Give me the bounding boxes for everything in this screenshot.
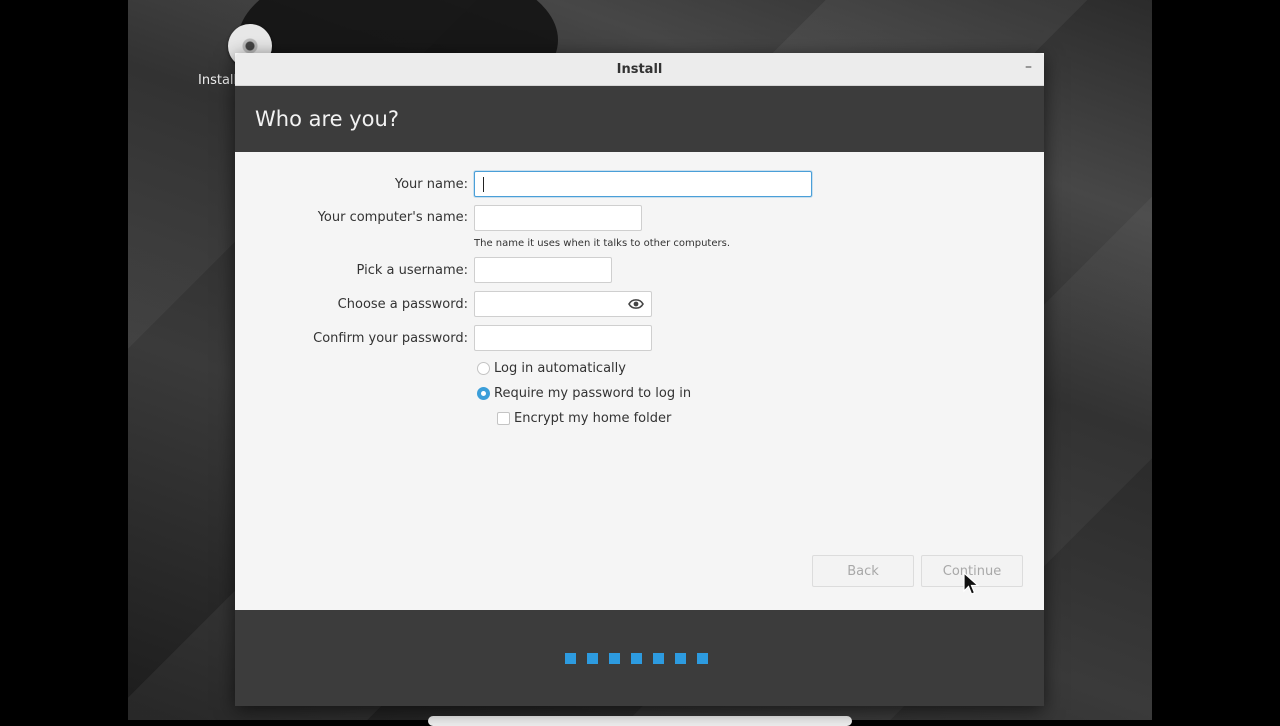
form-area: Your name: Your computer's name: The nam… [235,152,1044,610]
auto-login-label[interactable]: Log in automatically [494,361,626,376]
computer-name-field[interactable] [474,205,642,231]
progress-step [653,653,664,664]
password-field[interactable] [474,291,652,317]
confirm-password-input[interactable] [475,326,651,350]
progress-step [697,653,708,664]
text-caret [483,177,484,192]
installer-window: Install – Who are you? Your name: Your c… [235,53,1044,706]
auto-login-option[interactable]: Log in automatically [477,361,626,376]
mouse-pointer-icon [963,572,980,595]
your-name-input[interactable] [475,172,811,196]
encrypt-home-option[interactable]: Encrypt my home folder [497,411,671,426]
password-input[interactable] [475,292,651,316]
page-title: Who are you? [255,107,399,131]
desktop-icon-label[interactable]: Install [198,73,237,88]
page-header: Who are you? [235,86,1044,152]
computer-name-label: Your computer's name: [317,210,468,225]
computer-name-hint: The name it uses when it talks to other … [474,238,731,249]
eye-icon[interactable] [628,297,644,311]
panel-edge [428,716,852,726]
progress-footer [235,610,1044,706]
progress-step [587,653,598,664]
require-password-radio[interactable] [477,387,490,400]
your-name-label: Your name: [394,177,468,192]
confirm-password-field[interactable] [474,325,652,351]
auto-login-radio[interactable] [477,362,490,375]
username-field[interactable] [474,257,612,283]
your-name-field[interactable] [474,171,812,197]
back-button[interactable]: Back [812,555,914,587]
require-password-option[interactable]: Require my password to log in [477,386,691,401]
password-label: Choose a password: [337,297,468,312]
encrypt-home-label[interactable]: Encrypt my home folder [514,411,671,426]
encrypt-home-checkbox[interactable] [497,412,510,425]
computer-name-input[interactable] [475,206,641,230]
confirm-password-label: Confirm your password: [313,331,468,346]
window-title: Install [616,61,663,77]
progress-step [609,653,620,664]
progress-step [675,653,686,664]
progress-step [565,653,576,664]
username-label: Pick a username: [356,263,468,278]
minimize-button[interactable]: – [1025,59,1032,75]
progress-step [631,653,642,664]
username-input[interactable] [475,258,611,282]
require-password-label[interactable]: Require my password to log in [494,386,691,401]
progress-indicator [565,653,708,664]
title-bar[interactable]: Install – [235,53,1044,86]
